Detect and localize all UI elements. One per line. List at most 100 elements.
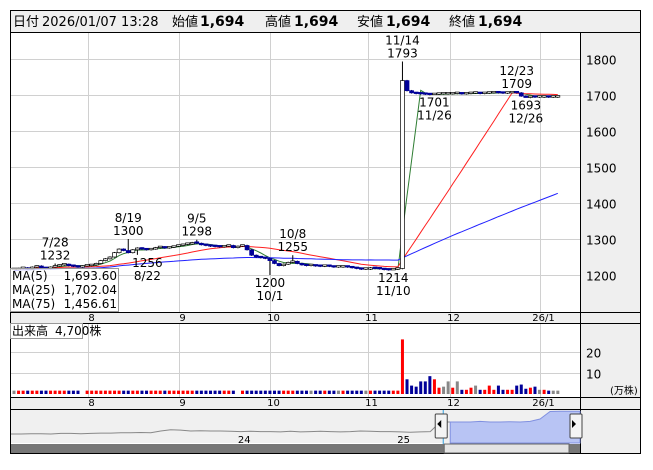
volume-bar	[327, 390, 331, 394]
volume-x-tick-label: 8	[88, 398, 94, 409]
navigator-handle[interactable]	[569, 413, 583, 439]
volume-bar	[419, 381, 423, 394]
annotation-value: 1300	[113, 224, 144, 238]
volume-bar	[181, 390, 185, 394]
low-label: 安値	[357, 14, 383, 30]
volume-bar	[85, 390, 89, 394]
y-tick-label: 1300	[586, 234, 617, 248]
candle-up	[167, 246, 172, 249]
date-label: 日付	[13, 15, 39, 30]
scrollbar-thumb[interactable]	[443, 443, 570, 454]
y-tick-label: 1200	[586, 270, 617, 284]
volume-bar	[254, 390, 258, 394]
candle-up	[528, 95, 533, 98]
candle-down	[139, 247, 145, 250]
candle-up	[482, 91, 488, 94]
x-tick-label: 11	[365, 313, 378, 324]
volume-bar	[382, 390, 386, 394]
volume-bar	[126, 390, 130, 394]
open-label: 始値	[172, 14, 198, 30]
candle-down	[199, 242, 204, 246]
volume-bar	[277, 390, 281, 394]
volume-legend: 出来高 4,700株	[10, 323, 101, 339]
candle-down	[125, 250, 131, 254]
volume-bar	[158, 390, 162, 394]
annotation-value: 1256	[132, 256, 163, 270]
annotation-value: 1793	[387, 47, 418, 61]
volume-bar	[506, 389, 510, 394]
candle-up	[235, 245, 241, 248]
volume-bar	[487, 385, 491, 394]
candle-up	[148, 247, 154, 251]
volume-bar	[227, 390, 231, 394]
ma75-value: 1,456.61	[64, 297, 117, 311]
candle-up	[84, 264, 90, 267]
volume-bar	[410, 385, 414, 394]
volume-bar	[323, 390, 327, 394]
volume-bar	[53, 390, 57, 394]
candle-down	[71, 264, 76, 267]
volume-bar	[314, 390, 318, 394]
navigator-handle[interactable]	[434, 413, 448, 439]
volume-bar	[432, 379, 436, 394]
candle-down	[500, 91, 506, 94]
annotation-value: 1709	[501, 77, 532, 91]
volume-bar	[17, 390, 21, 394]
candle-down	[249, 249, 254, 256]
volume-bar	[135, 390, 139, 394]
candle-up	[473, 91, 478, 94]
ma25-label: MA(25)	[12, 283, 55, 297]
candle-up	[541, 95, 547, 98]
volume-bar	[250, 390, 254, 394]
volume-bar	[62, 390, 66, 394]
annotation-value: 1701	[419, 96, 450, 110]
x-tick-label: 12	[447, 313, 460, 324]
volume-bar	[538, 389, 542, 394]
candle-up	[363, 267, 369, 270]
volume-bar	[172, 390, 176, 394]
volume-bar	[510, 389, 514, 394]
volume-bar	[117, 390, 121, 394]
stock-chart-widget: 日付 2026/01/07 13:28 始値 1,694 高値 1,694 安値…	[10, 10, 641, 454]
volume-x-tick-label: 26/1	[532, 398, 554, 409]
volume-bar	[21, 390, 25, 394]
close-value: 1,694	[478, 14, 523, 30]
candle-down	[404, 80, 410, 92]
volume-value: 4,700株	[55, 323, 101, 338]
volume-bar	[496, 385, 500, 394]
y-tick-label: 1400	[586, 198, 617, 212]
volume-bar	[113, 390, 117, 394]
volume-y-tick-label: 20	[586, 347, 601, 361]
annotation-date: 7/28	[42, 235, 69, 249]
ma5-label: MA(5)	[12, 269, 48, 283]
volume-bar	[122, 390, 126, 394]
volume-bar	[355, 390, 359, 394]
candle-down	[532, 95, 538, 98]
candle-down	[299, 263, 305, 266]
ma5-value: 1,693.60	[64, 269, 117, 283]
candle-down	[212, 244, 218, 247]
volume-bar	[190, 390, 194, 394]
volume-bar	[528, 387, 532, 394]
volume-bar	[245, 390, 249, 394]
volume-bar	[446, 381, 450, 394]
annotation-date: 11/14	[385, 34, 420, 48]
candle-down	[203, 243, 209, 246]
volume-bar	[149, 390, 153, 394]
volume-bar	[231, 390, 235, 394]
candle-up	[450, 92, 456, 95]
candle-up	[445, 92, 451, 95]
candle-up	[226, 244, 232, 247]
annotation-value: 1232	[40, 248, 71, 262]
volume-bar	[26, 390, 30, 394]
x-tick-label: 9	[179, 313, 185, 324]
volume-bar	[12, 390, 16, 394]
candle-down	[386, 268, 392, 271]
annotation-date: 11/26	[417, 109, 452, 123]
candle-down	[276, 263, 282, 266]
annotation-date: 11/10	[376, 284, 411, 298]
candle-down	[75, 265, 81, 268]
volume-bar	[387, 390, 391, 394]
candle-up	[80, 265, 85, 268]
volume-bar	[483, 389, 487, 394]
